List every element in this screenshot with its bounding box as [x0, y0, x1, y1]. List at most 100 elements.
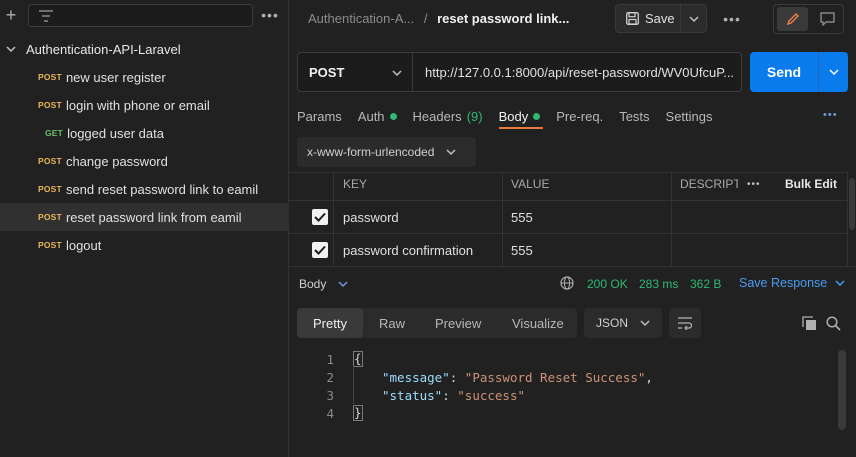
row-value[interactable]: 555 [511, 210, 533, 225]
tab-label: Pre-req. [556, 108, 604, 124]
divider [847, 172, 848, 266]
method-badge: POST [38, 240, 62, 250]
bulk-edit-button[interactable]: Bulk Edit [785, 177, 837, 191]
wrap-icon [678, 317, 693, 330]
row-key[interactable]: password [343, 210, 399, 225]
sidebar-request-item[interactable]: POST logout [0, 231, 289, 259]
tab-label: Auth [357, 108, 385, 124]
request-name: logged user data [67, 125, 164, 141]
more-options-icon[interactable]: ••• [259, 7, 281, 23]
sidebar-request-item[interactable]: POST login with phone or email [0, 91, 289, 119]
tab-label: Body [498, 108, 529, 124]
collection-header[interactable]: Authentication-API-Laravel [0, 38, 289, 60]
tab-preview[interactable]: Preview [435, 308, 481, 338]
divider [333, 172, 334, 266]
tab-tests[interactable]: Tests [619, 104, 649, 128]
json-line: "message": "Password Reset Success", [382, 370, 653, 385]
plus-icon[interactable]: + [2, 5, 20, 25]
row-checkbox[interactable] [312, 242, 328, 258]
breadcrumb-parent[interactable]: Authentication-A... [308, 11, 414, 26]
tab-pretty[interactable]: Pretty [297, 308, 363, 338]
line-number: 3 [326, 388, 334, 403]
method-badge: POST [38, 184, 62, 194]
line-number: 4 [326, 406, 334, 421]
method-badge: POST [38, 100, 62, 110]
line-number: 2 [326, 370, 334, 385]
tab-headers[interactable]: Headers (9) [413, 104, 483, 128]
row-checkbox[interactable] [312, 209, 328, 225]
tab-label: Pretty [313, 315, 347, 331]
save-dropdown-button[interactable] [681, 5, 707, 32]
url-value: http://127.0.0.1:8000/api/reset-password… [425, 64, 735, 80]
divider [671, 172, 672, 266]
tab-settings[interactable]: Settings [666, 104, 713, 128]
more-options-icon[interactable]: ••• [823, 109, 838, 121]
globe-icon[interactable] [560, 276, 574, 290]
request-name: new user register [65, 69, 166, 85]
method-select[interactable]: POST [297, 52, 413, 92]
divider [289, 233, 847, 234]
line-number: 1 [326, 352, 334, 367]
column-header-description: DESCRIPT [680, 177, 738, 191]
filter-input[interactable] [28, 4, 253, 27]
sidebar-request-item-selected[interactable]: POST reset password link from eamil [0, 203, 289, 231]
body-encoding-select[interactable]: x-www-form-urlencoded [297, 137, 476, 167]
send-dropdown-button[interactable] [819, 52, 848, 92]
comment-icon [819, 12, 835, 26]
chevron-down-icon [338, 281, 348, 288]
request-name: reset password link from eamil [65, 209, 242, 225]
sidebar-request-item[interactable]: POST new user register [0, 63, 289, 91]
tab-params[interactable]: Params [297, 104, 342, 128]
column-header-key: KEY [343, 177, 368, 191]
response-size[interactable]: 362 B [690, 277, 721, 291]
sidebar-request-item[interactable]: POST send reset password link to eamil [0, 175, 289, 203]
table-scrollbar[interactable] [849, 178, 855, 230]
status-dot [533, 112, 541, 120]
chevron-down-icon [640, 320, 650, 327]
tab-label: Raw [379, 315, 406, 331]
row-key[interactable]: password confirmation [343, 243, 473, 258]
breadcrumb-current[interactable]: reset password link... [437, 11, 569, 26]
sidebar-request-item[interactable]: POST change password [0, 147, 289, 175]
chevron-down-icon [392, 70, 402, 77]
format-select[interactable]: JSON [584, 308, 662, 338]
chevron-down-icon [446, 149, 456, 156]
breadcrumb: Authentication-A... / reset password lin… [308, 11, 569, 26]
save-button-group: Save [615, 4, 707, 33]
comments-button[interactable] [812, 7, 842, 31]
copy-icon[interactable] [802, 316, 817, 331]
edit-button[interactable] [777, 7, 808, 31]
request-name: change password [65, 153, 168, 169]
tab-raw[interactable]: Raw [379, 308, 405, 338]
format-value: JSON [596, 316, 629, 330]
send-button[interactable]: Send [750, 52, 818, 92]
more-options-icon[interactable]: ••• [747, 179, 761, 190]
chevron-down-icon [828, 69, 839, 76]
request-name: login with phone or email [65, 97, 210, 113]
save-response-button[interactable]: Save Response [739, 276, 845, 290]
save-icon [626, 12, 639, 25]
response-body-select[interactable]: Body [299, 277, 348, 291]
url-input[interactable]: http://127.0.0.1:8000/api/reset-password… [412, 52, 742, 92]
tab-label: Settings [665, 108, 713, 124]
response-time[interactable]: 283 ms [639, 277, 678, 291]
sidebar-request-item[interactable]: GET logged user data [0, 119, 289, 147]
save-label: Save [645, 11, 675, 26]
response-status[interactable]: 200 OK [587, 277, 628, 291]
tab-label: Params [297, 108, 342, 124]
tab-prereq[interactable]: Pre-req. [556, 104, 603, 128]
json-key: "message" [382, 370, 450, 385]
method-badge: POST [38, 72, 62, 82]
tab-body[interactable]: Body [499, 104, 541, 128]
pencil-icon [786, 13, 799, 26]
breadcrumb-separator: / [423, 11, 428, 26]
tab-visualize[interactable]: Visualize [512, 308, 564, 338]
search-icon[interactable] [826, 316, 841, 331]
more-options-icon[interactable]: ••• [721, 11, 743, 27]
wrap-lines-button[interactable] [669, 308, 701, 338]
save-button[interactable]: Save [616, 5, 680, 32]
tab-auth[interactable]: Auth [358, 104, 397, 128]
row-value[interactable]: 555 [511, 243, 533, 258]
response-scrollbar[interactable] [838, 350, 846, 430]
tab-label: Visualize [512, 315, 564, 331]
